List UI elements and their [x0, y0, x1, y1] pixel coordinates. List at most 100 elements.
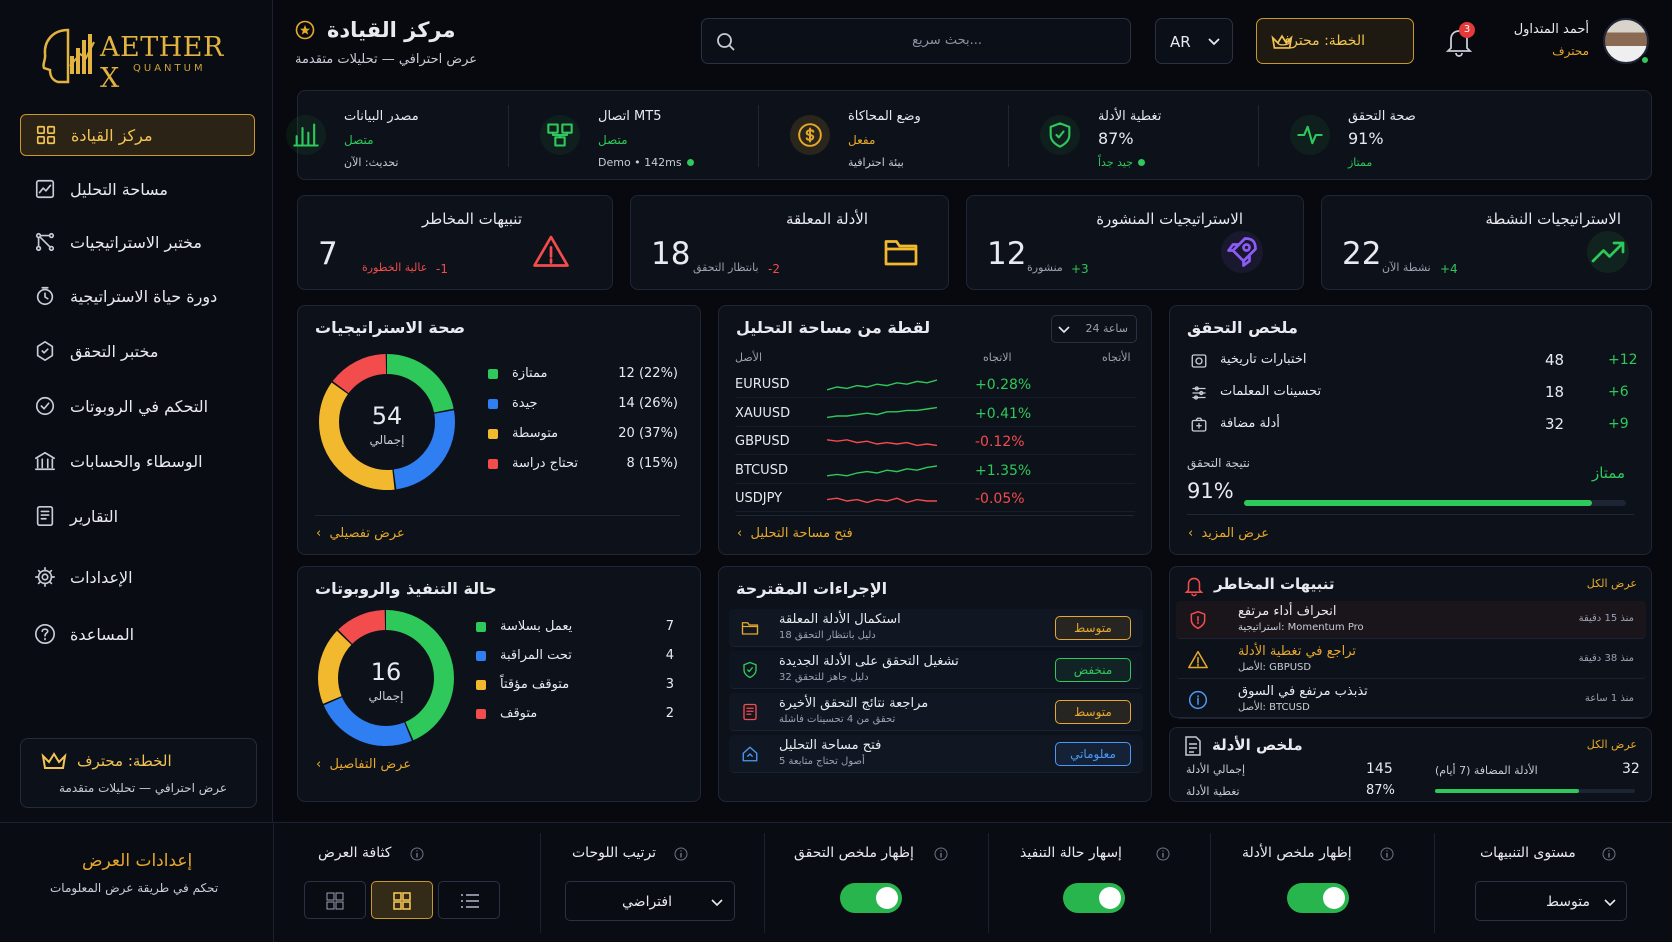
plan-button[interactable]: الخطة: محترف	[1256, 18, 1414, 64]
risk-alert-title: انحراف أداء مرتفع	[1238, 604, 1337, 619]
sidebar-item-3[interactable]: مختبر الاستراتيجيات	[20, 221, 255, 263]
action-title: مراجعة نتائج التحقق الأخيرة	[779, 696, 929, 711]
legend-swatch	[488, 369, 498, 379]
chevron-down-icon	[711, 899, 723, 907]
kpi-value: 12	[987, 236, 1027, 272]
density-option-list[interactable]	[438, 881, 500, 919]
kpi-subtitle: عالية الخطورة	[362, 261, 428, 274]
density-label: كثافة العرض	[318, 845, 392, 861]
action-row[interactable]: استكمال الأدلة المعلقة 18 دليل بانتظار ا…	[729, 609, 1143, 647]
action-subtitle: تحقق من 4 تحسينات فاشلة	[779, 714, 896, 725]
logo[interactable]: AETHER X QUANTUM	[38, 22, 238, 94]
validation-more-link[interactable]: ‹ عرض المزيد	[1188, 526, 1269, 541]
sidebar-item-2[interactable]: مساحة التحليل	[20, 168, 255, 210]
action-subtitle: 18 دليل بانتظار التحقق	[779, 630, 876, 641]
sidebar-item-label: الإعدادات	[70, 567, 133, 587]
divider	[315, 515, 680, 516]
risk-alert-subtitle: الأصل: GBPUSD	[1238, 662, 1312, 673]
search-input[interactable]: بحث سريع...	[701, 18, 1131, 64]
language-value: AR	[1170, 33, 1191, 51]
kpi-card-1[interactable]: الاستراتيجيات النشطة 22 نشطة الآن +4	[1321, 195, 1652, 290]
kpi-title: الأدلة المعلقة	[785, 210, 868, 228]
alert-level-select[interactable]: متوسط	[1475, 881, 1627, 921]
legend-swatch	[476, 680, 486, 690]
page-subtitle: عرض احترافي — تحليلات متقدمة	[295, 52, 478, 67]
risk-alert-row[interactable]: تذبذب مرتفع في السوق الأصل: BTCUSD منذ 1…	[1176, 681, 1646, 719]
action-subtitle: 32 دليل جاهز للتحقق	[779, 672, 869, 683]
snapshot-row[interactable]: BTCUSD +1.35%	[735, 460, 1135, 484]
donut-total: 54	[372, 402, 403, 430]
show-evidence-label: إظهار ملخص الأدلة	[1242, 845, 1352, 861]
notifications-button[interactable]: 3	[1443, 22, 1475, 58]
show-evidence-toggle[interactable]	[1287, 883, 1349, 913]
action-row[interactable]: فتح مساحة التحليل 5 أصول تحتاج متابعة مع…	[729, 735, 1143, 773]
lifecycle-icon	[36, 286, 54, 306]
kpi-delta: +4	[1440, 262, 1458, 276]
sidebar-item-9[interactable]: الإعدادات	[20, 556, 255, 598]
kpi-card-3[interactable]: الأدلة المعلقة 18 بانتظار التحقق -2	[630, 195, 949, 290]
info-icon	[1602, 847, 1616, 861]
action-row[interactable]: تشغيل التحقق على الأدلة الجديدة 32 دليل …	[729, 651, 1143, 689]
snapshot-row[interactable]: GBPUSD -0.12%	[735, 431, 1135, 455]
sidebar-item-8[interactable]: التقارير	[20, 495, 255, 537]
snapshot-row[interactable]: XAUUSD +0.41%	[735, 403, 1135, 427]
sidebar-item-4[interactable]: دورة حياة الاستراتيجية	[20, 275, 255, 317]
language-select[interactable]: AR	[1155, 18, 1233, 64]
rocket-icon	[1227, 237, 1257, 267]
evidence-view-all-link[interactable]: عرض الكل	[1587, 738, 1637, 751]
plan-title: الخطة: محترف	[77, 752, 172, 770]
alert-level-value: متوسط	[1546, 894, 1590, 910]
sidebar-item-1[interactable]: مركز القيادة	[20, 114, 255, 156]
snapshot-row[interactable]: EURUSD +0.28%	[735, 374, 1135, 398]
panel-order-value: افتراضي	[622, 894, 672, 910]
risk-alert-row[interactable]: انحراف أداء مرتفع استراتيجية: Momentum P…	[1176, 601, 1646, 639]
sidebar-item-5[interactable]: مختبر التحقق	[20, 330, 255, 372]
plan-card[interactable]: الخطة: محترف عرض احترافي — تحليلات متقدم…	[20, 738, 257, 808]
validation-row-label: اختبارات تاريخية	[1220, 352, 1307, 367]
density-option-grid-large[interactable]	[371, 881, 433, 919]
grid-icon	[36, 125, 56, 145]
analysis-snapshot-link[interactable]: ‹ فتح مساحة التحليل	[737, 526, 853, 541]
show-validation-toggle[interactable]	[840, 883, 902, 913]
strategy-health-link[interactable]: ‹ عرض تفصيلي	[316, 526, 405, 541]
time-range-value: 24 ساعة	[1085, 322, 1128, 335]
header: مركز القيادة عرض احترافي — تحليلات متقدم…	[273, 0, 1672, 88]
validation-row-value: 18	[1545, 383, 1565, 401]
donut-total-label: إجمالي	[368, 689, 403, 703]
action-row[interactable]: مراجعة نتائج التحقق الأخيرة تحقق من 4 تح…	[729, 693, 1143, 731]
folder-icon	[741, 622, 759, 635]
validation-row-label: أدلة مضافة	[1220, 416, 1280, 431]
validation-progress-track	[1244, 500, 1626, 506]
asset-symbol: XAUUSD	[735, 405, 791, 421]
analysis-snapshot-panel: لقطة من مساحة التحليل 24 ساعة الأصل الات…	[718, 305, 1152, 555]
grid-large-icon	[393, 892, 411, 910]
risk-alert-time: منذ 1 ساعة	[1584, 693, 1634, 704]
show-execution-label: إسهار حالة التنفيذ	[1020, 845, 1122, 861]
execution-details-link[interactable]: ‹ عرض التفاصيل	[316, 757, 411, 772]
sidebar-item-6[interactable]: التحكم في الروبوتات	[20, 385, 255, 427]
density-option-grid-small[interactable]	[304, 881, 366, 919]
validation-row-value: 32	[1545, 415, 1565, 433]
alert-shield-icon	[1190, 610, 1206, 630]
kpi-card-2[interactable]: الاستراتيجيات المنشورة 12 منشورة +3	[966, 195, 1304, 290]
kpi-card-4[interactable]: تنبيهات المخاطر 7 عالية الخطورة -1	[297, 195, 613, 290]
bars-icon	[293, 123, 319, 147]
show-execution-toggle[interactable]	[1063, 883, 1125, 913]
panel-order-select[interactable]: افتراضي	[565, 881, 735, 921]
risk-alert-row[interactable]: تراجع في تغطية الأدلة الأصل: GBPUSD منذ …	[1176, 641, 1646, 679]
add-evidence-icon	[1191, 417, 1207, 432]
sidebar-item-7[interactable]: الوسطاء والحسابات	[20, 440, 255, 482]
asset-change: +0.41%	[975, 405, 1032, 422]
time-range-select[interactable]: 24 ساعة	[1051, 315, 1137, 343]
snapshot-row[interactable]: USDJPY -0.05%	[735, 488, 1135, 512]
risk-alert-subtitle: الأصل: BTCUSD	[1238, 702, 1310, 713]
divider	[1187, 514, 1634, 515]
execution-status-panel: حالة التنفيذ والروبوتات 16 إجمالي ‹ عرض ا…	[297, 566, 701, 802]
info-icon	[410, 847, 424, 861]
action-subtitle: 5 أصول تحتاج متابعة	[779, 756, 865, 767]
tuning-icon	[1192, 386, 1206, 400]
report-icon	[36, 506, 54, 526]
risk-view-all-link[interactable]: عرض الكل	[1587, 577, 1637, 590]
status-title: مصدر البيانات	[344, 109, 419, 124]
sidebar-item-10[interactable]: المساعدة	[20, 613, 255, 655]
